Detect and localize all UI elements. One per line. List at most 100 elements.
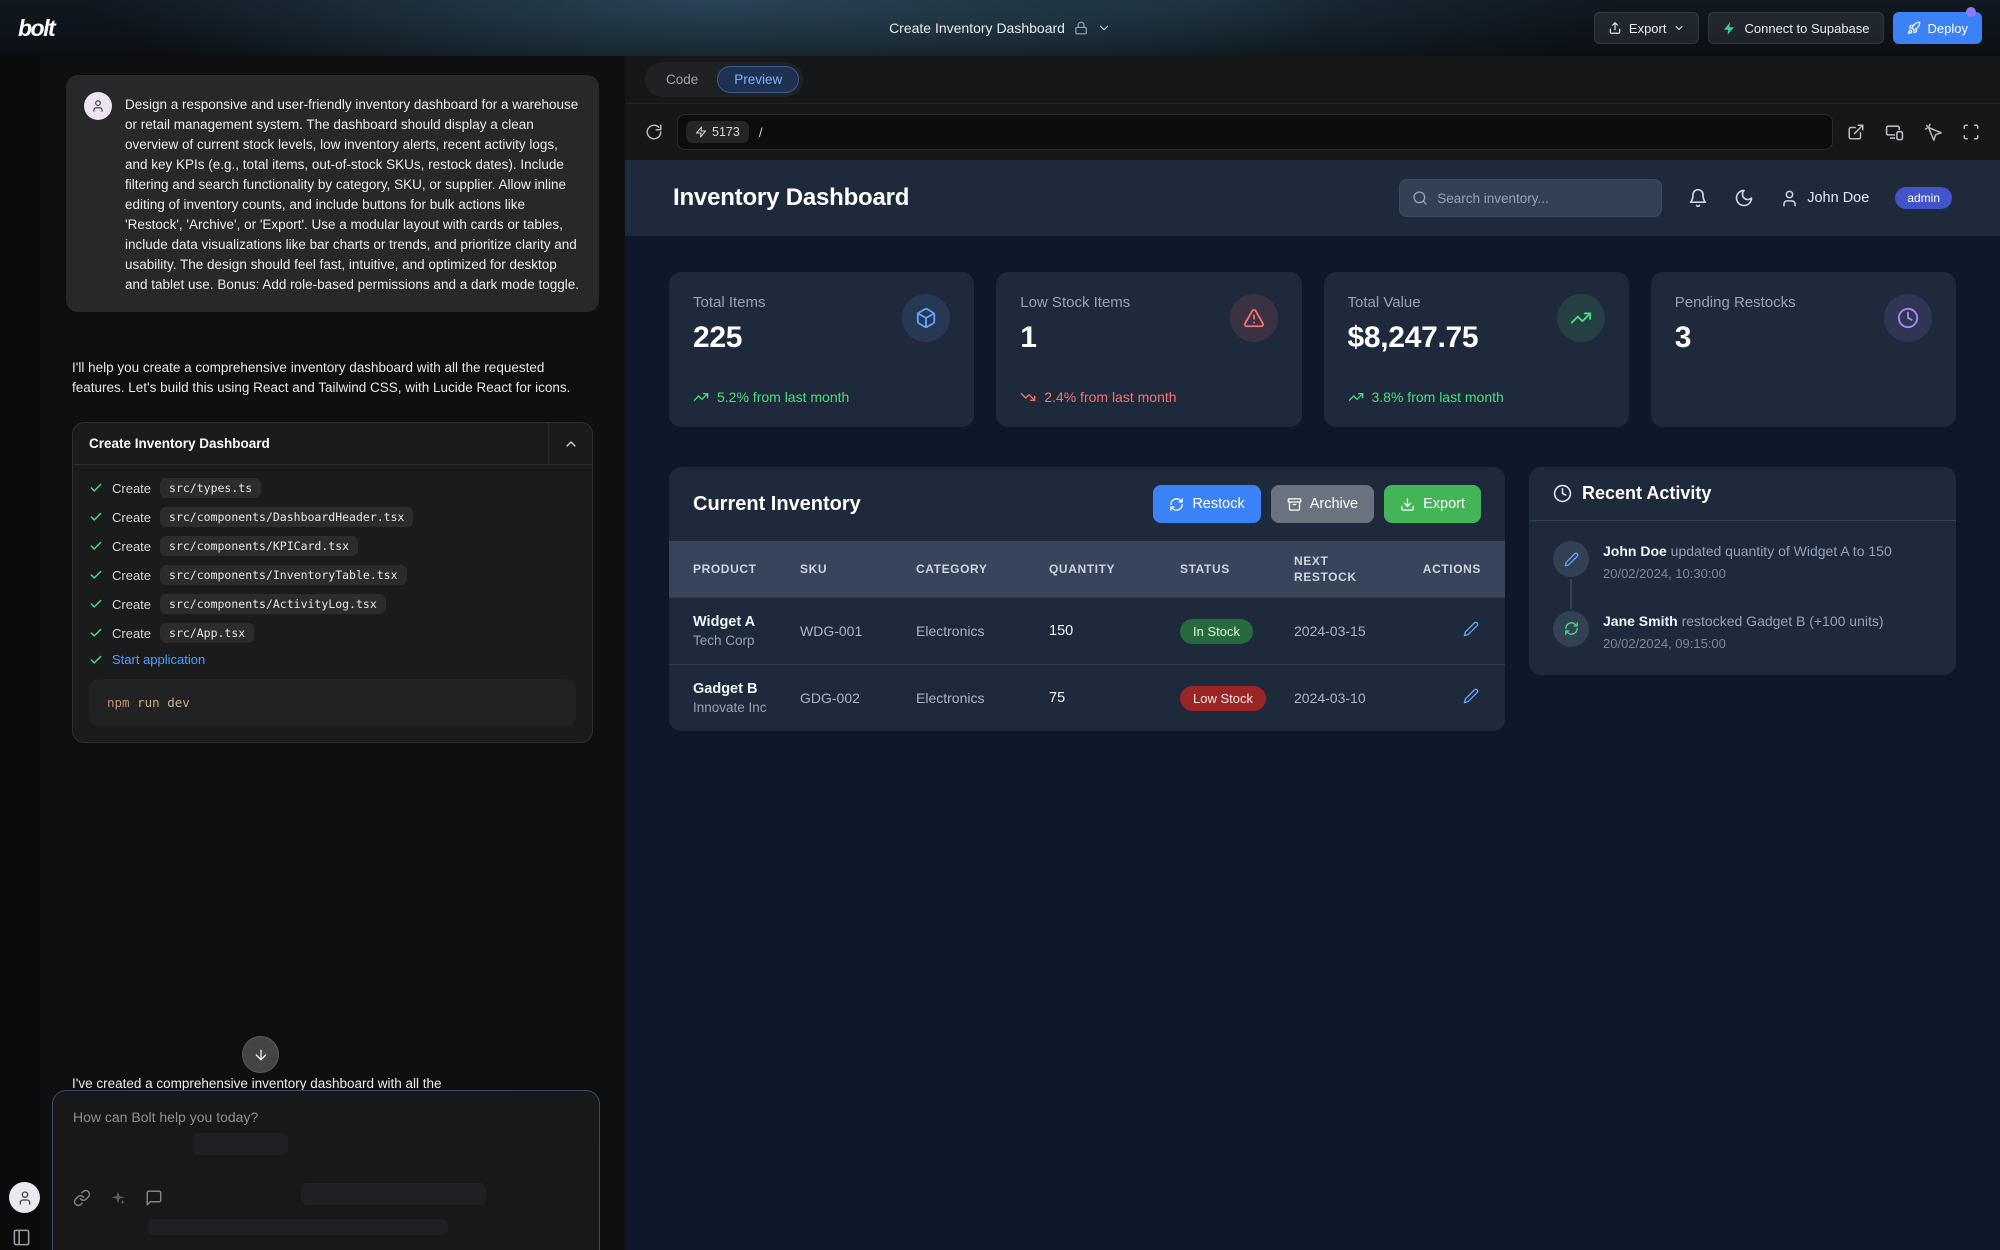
artifact-step: Create src/components/DashboardHeader.ts… [89,507,576,527]
deploy-button[interactable]: Deploy [1893,12,1982,44]
product-quantity: 150 [1049,598,1180,665]
export-label: Export [1629,21,1667,36]
export-csv-button[interactable]: Export [1384,485,1481,523]
inventory-search-input[interactable] [1437,191,1649,206]
step-file[interactable]: src/components/ActivityLog.tsx [160,594,386,614]
kpi-card-total-value: Total Value $8,247.75 3.8% from las [1324,272,1629,427]
step-file[interactable]: src/components/DashboardHeader.tsx [160,507,413,527]
check-icon [89,597,103,611]
sparkles-icon[interactable] [110,1190,126,1206]
table-row[interactable]: Widget A Tech Corp WDG-001 Electronics 1… [669,598,1505,665]
kpi-trend: 2.4% from last month [1020,389,1277,405]
user-icon [1780,189,1799,208]
user-message-avatar [84,92,112,120]
step-file[interactable]: src/types.ts [160,478,261,498]
connect-supabase-button[interactable]: Connect to Supabase [1708,12,1883,44]
activity-text: Jane Smith restocked Gadget B (+100 unit… [1603,611,1884,631]
product-sku: GDG-002 [800,665,916,732]
inventory-search-box[interactable] [1399,179,1662,217]
start-application-link[interactable]: Start application [112,652,205,667]
status-badge: In Stock [1180,619,1253,644]
redacted-blob [193,1133,288,1155]
inspect-cursor-icon[interactable] [1924,123,1942,141]
export-button[interactable]: Export [1594,12,1700,44]
user-menu[interactable]: John Doe [1780,189,1869,208]
next-restock-date: 2024-03-10 [1294,665,1412,732]
kpi-trend: 5.2% from last month [693,389,950,405]
refresh-icon [1169,497,1184,512]
col-actions: Actions [1412,541,1505,598]
step-file[interactable]: src/components/KPICard.tsx [160,536,358,556]
status-badge: Low Stock [1180,686,1266,711]
user-message: Design a responsive and user-friendly in… [66,75,599,312]
tab-code[interactable]: Code [649,66,715,93]
open-external-icon[interactable] [1847,123,1865,141]
check-icon [89,510,103,524]
terminal-command-block: npm run dev [89,679,576,726]
project-title-menu[interactable]: Create Inventory Dashboard [889,0,1111,56]
activity-timestamp: 20/02/2024, 09:15:00 [1603,636,1884,651]
activity-user: John Doe [1603,543,1667,559]
user-name: John Doe [1807,190,1869,206]
user-avatar[interactable] [9,1182,40,1213]
trend-up-icon [1348,389,1364,405]
artifact-step: Create src/App.tsx [89,623,576,643]
sidebar-toggle-icon[interactable] [12,1228,31,1247]
kpi-value: 3 [1675,321,1796,355]
inventory-title: Current Inventory [693,493,861,516]
recent-activity-card: Recent Activity John Doe updated quantit… [1529,467,1956,675]
edit-pencil-icon[interactable] [1463,621,1479,637]
check-icon [89,653,103,667]
lock-icon [1074,21,1088,35]
check-icon [89,539,103,553]
kpi-value: 225 [693,321,766,355]
col-quantity: Quantity [1049,541,1180,598]
bolt-logo[interactable]: bolt [18,15,54,42]
artifact-step: Create src/types.ts [89,478,576,498]
kpi-card-total-items: Total Items 225 5.2% from last mont [669,272,974,427]
bell-icon[interactable] [1688,188,1708,208]
check-icon [89,481,103,495]
chevron-down-icon [1097,21,1111,35]
chat-input-box[interactable] [52,1090,600,1250]
col-category: Category [916,541,1049,598]
workbench: Code Preview 5173 / [625,56,2000,1250]
artifact-collapse-button[interactable] [548,423,592,464]
kpi-label: Total Value [1348,294,1479,311]
restock-button[interactable]: Restock [1153,485,1260,523]
address-bar[interactable]: 5173 / [677,114,1833,150]
refresh-icon [1553,611,1589,647]
export-csv-label: Export [1423,496,1465,512]
product-quantity: 75 [1049,665,1180,732]
clock-icon [1553,484,1572,503]
fullscreen-icon[interactable] [1962,123,1980,141]
table-header-row: Product SKU Category Quantity Status Nex… [669,541,1505,598]
table-row[interactable]: Gadget B Innovate Inc GDG-002 Electronic… [669,665,1505,732]
edit-pencil-icon[interactable] [1463,688,1479,704]
product-category: Electronics [916,598,1049,665]
dark-mode-toggle-icon[interactable] [1734,188,1754,208]
reload-icon[interactable] [645,123,663,141]
step-file[interactable]: src/App.tsx [160,623,254,643]
chat-mode-icon[interactable] [145,1189,163,1207]
redacted-blob [148,1219,448,1235]
user-message-text: Design a responsive and user-friendly in… [125,92,581,295]
port-badge[interactable]: 5173 [686,121,749,143]
step-action: Create [112,568,151,583]
link-icon[interactable] [73,1189,91,1207]
kpi-label: Pending Restocks [1675,294,1796,311]
dashboard-header: Inventory Dashboard [625,160,2000,236]
step-action: Create [112,539,151,554]
product-supplier: Innovate Inc [693,700,800,715]
redacted-blob [301,1183,486,1205]
tab-preview[interactable]: Preview [717,66,799,93]
archive-button[interactable]: Archive [1271,485,1374,523]
kpi-label: Low Stock Items [1020,294,1130,311]
devices-icon[interactable] [1885,123,1904,142]
activity-title: Recent Activity [1582,483,1711,504]
command-args: run dev [130,695,190,710]
step-file[interactable]: src/components/InventoryTable.tsx [160,565,406,585]
alert-triangle-icon [1230,294,1278,342]
scroll-to-bottom-button[interactable] [242,1036,279,1073]
chat-input[interactable] [73,1109,579,1155]
